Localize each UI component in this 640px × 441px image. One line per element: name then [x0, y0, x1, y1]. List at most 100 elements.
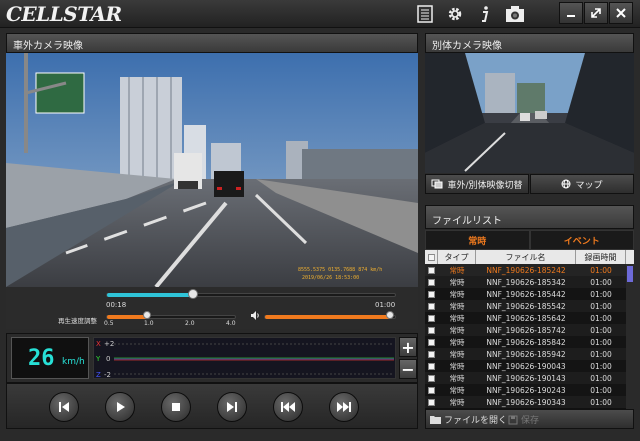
row-checkbox[interactable]	[425, 384, 438, 396]
seek-knob[interactable]	[188, 289, 198, 299]
speed-value: 26	[28, 346, 55, 371]
playback-speed-slider[interactable]	[106, 315, 236, 319]
row-time: 01:00	[590, 337, 612, 347]
speed-unit: km/h	[62, 357, 85, 367]
zoom-out-button[interactable]: −	[399, 359, 417, 379]
file-row[interactable]: 常時 NNF_190626-190243 01:00	[425, 384, 634, 396]
file-row[interactable]: 常時 NNF_190626-185642 01:00	[425, 312, 634, 324]
row-name: NNF_190626-185942	[486, 349, 566, 359]
row-checkbox[interactable]	[425, 360, 438, 372]
maximize-button[interactable]	[584, 2, 608, 24]
row-name: NNF_190626-185742	[486, 325, 566, 335]
file-row[interactable]: 常時 NNF_190626-185842 01:00	[425, 336, 634, 348]
tab-always[interactable]: 常時	[425, 230, 530, 250]
file-list-scrollbar[interactable]	[626, 264, 634, 409]
row-checkbox[interactable]	[425, 336, 438, 348]
open-file-label: ファイルを開く	[444, 416, 508, 426]
zoom-in-button[interactable]: +	[399, 337, 417, 357]
open-file-button[interactable]: ファイルを開く	[430, 413, 507, 426]
row-type: 常時	[449, 265, 465, 275]
main-video-title: 車外カメラ映像	[13, 41, 83, 52]
row-checkbox[interactable]	[425, 396, 438, 408]
main-video-header: 車外カメラ映像	[6, 33, 418, 53]
camera-switch-button[interactable]: 車外/別体映像切替	[425, 174, 529, 194]
row-name: NNF_190626-190343	[486, 397, 566, 407]
title-bar: CELLSTAR	[0, 0, 640, 28]
scroll-thumb[interactable]	[627, 266, 633, 282]
row-name: NNF_190626-190043	[486, 361, 566, 371]
skip-start-button[interactable]	[49, 392, 79, 422]
row-name: NNF_190626-185442	[486, 289, 566, 299]
file-list-header: ファイルリスト	[425, 205, 634, 229]
file-row[interactable]: 常時 NNF_190626-190343 01:00	[425, 396, 634, 408]
gsensor-axis-z: Z	[96, 371, 101, 379]
row-checkbox[interactable]	[425, 264, 438, 276]
tab-event[interactable]: イベント	[529, 230, 634, 250]
gsensor-axis-x: X	[96, 340, 101, 348]
row-time: 01:00	[590, 361, 612, 371]
app-logo: CELLSTAR	[6, 2, 122, 26]
file-rows: 常時 NNF_190626-185242 01:00 常時 NNF_190626-185…	[425, 264, 634, 408]
row-checkbox[interactable]	[425, 372, 438, 384]
row-checkbox[interactable]	[425, 300, 438, 312]
select-all-checkbox[interactable]	[425, 250, 438, 264]
file-row[interactable]: 常時 NNF_190626-185542 01:00	[425, 300, 634, 312]
file-row[interactable]: 常時 NNF_190626-190043 01:00	[425, 360, 634, 372]
close-button[interactable]	[609, 2, 633, 24]
save-button[interactable]: 保存	[508, 413, 539, 426]
file-row[interactable]: 常時 NNF_190626-185342 01:00	[425, 276, 634, 288]
info-icon[interactable]	[474, 3, 496, 25]
camera-icon[interactable]	[504, 3, 526, 25]
file-row[interactable]: 常時 NNF_190626-185742 01:00	[425, 324, 634, 336]
row-checkbox[interactable]	[425, 288, 438, 300]
seek-total: 01:00	[375, 301, 396, 309]
list-icon[interactable]	[414, 3, 436, 25]
row-type: 常時	[449, 313, 465, 323]
gsensor-graph: X Y Z +2 0 -2	[93, 337, 396, 379]
row-name: NNF_190626-185642	[486, 313, 566, 323]
row-checkbox[interactable]	[425, 312, 438, 324]
file-row[interactable]: 常時 NNF_190626-185942 01:00	[425, 348, 634, 360]
row-type: 常時	[449, 397, 465, 407]
seek-bar[interactable]	[106, 293, 396, 297]
row-checkbox[interactable]	[425, 276, 438, 288]
file-list-body: 常時 NNF_190626-185242 01:00 常時 NNF_190626-185…	[425, 264, 634, 409]
playback-speed-knob[interactable]	[143, 311, 151, 319]
main-video-view[interactable]: 8555.5375 0135.7688 874 km/h 2019/06/26 …	[6, 53, 418, 287]
sub-video-header: 別体カメラ映像	[425, 33, 634, 53]
volume-knob[interactable]	[386, 311, 394, 319]
volume-fill	[265, 315, 390, 319]
file-row[interactable]: 常時 NNF_190626-185442 01:00	[425, 288, 634, 300]
row-time: 01:00	[590, 289, 612, 299]
playback-speed-fill	[107, 315, 147, 319]
gsensor-axis-y: Y	[95, 355, 101, 363]
row-time: 01:00	[590, 301, 612, 311]
minimize-button[interactable]	[559, 2, 583, 24]
row-type: 常時	[449, 289, 465, 299]
row-time: 01:00	[590, 265, 612, 275]
row-checkbox[interactable]	[425, 348, 438, 360]
speed-adjust-label: 再生速度調整	[58, 317, 97, 325]
playback-controls	[6, 383, 418, 429]
play-button[interactable]	[105, 392, 135, 422]
speed-tick-1: 1.0	[144, 320, 154, 327]
row-type: 常時	[449, 325, 465, 335]
seek-progress	[107, 293, 194, 297]
step-forward-button[interactable]	[217, 392, 247, 422]
sub-video-view[interactable]	[425, 53, 634, 173]
row-type: 常時	[449, 373, 465, 383]
map-button[interactable]: マップ	[530, 174, 634, 194]
file-list-columns: タイプ ファイル名 録画時間	[425, 250, 634, 264]
file-row[interactable]: 常時 NNF_190626-185242 01:00	[425, 264, 634, 276]
stop-button[interactable]	[161, 392, 191, 422]
row-time: 01:00	[590, 349, 612, 359]
app-window: CELLSTAR 車外カメラ映像 8555.5375 0135.7688 874…	[0, 0, 640, 441]
previous-file-button[interactable]	[273, 392, 303, 422]
gear-icon[interactable]	[444, 3, 466, 25]
file-row[interactable]: 常時 NNF_190626-190143 01:00	[425, 372, 634, 384]
next-file-button[interactable]	[329, 392, 359, 422]
row-checkbox[interactable]	[425, 324, 438, 336]
row-type: 常時	[449, 301, 465, 311]
volume-slider[interactable]	[264, 315, 396, 319]
speed-display: 26 km/h	[11, 337, 89, 379]
